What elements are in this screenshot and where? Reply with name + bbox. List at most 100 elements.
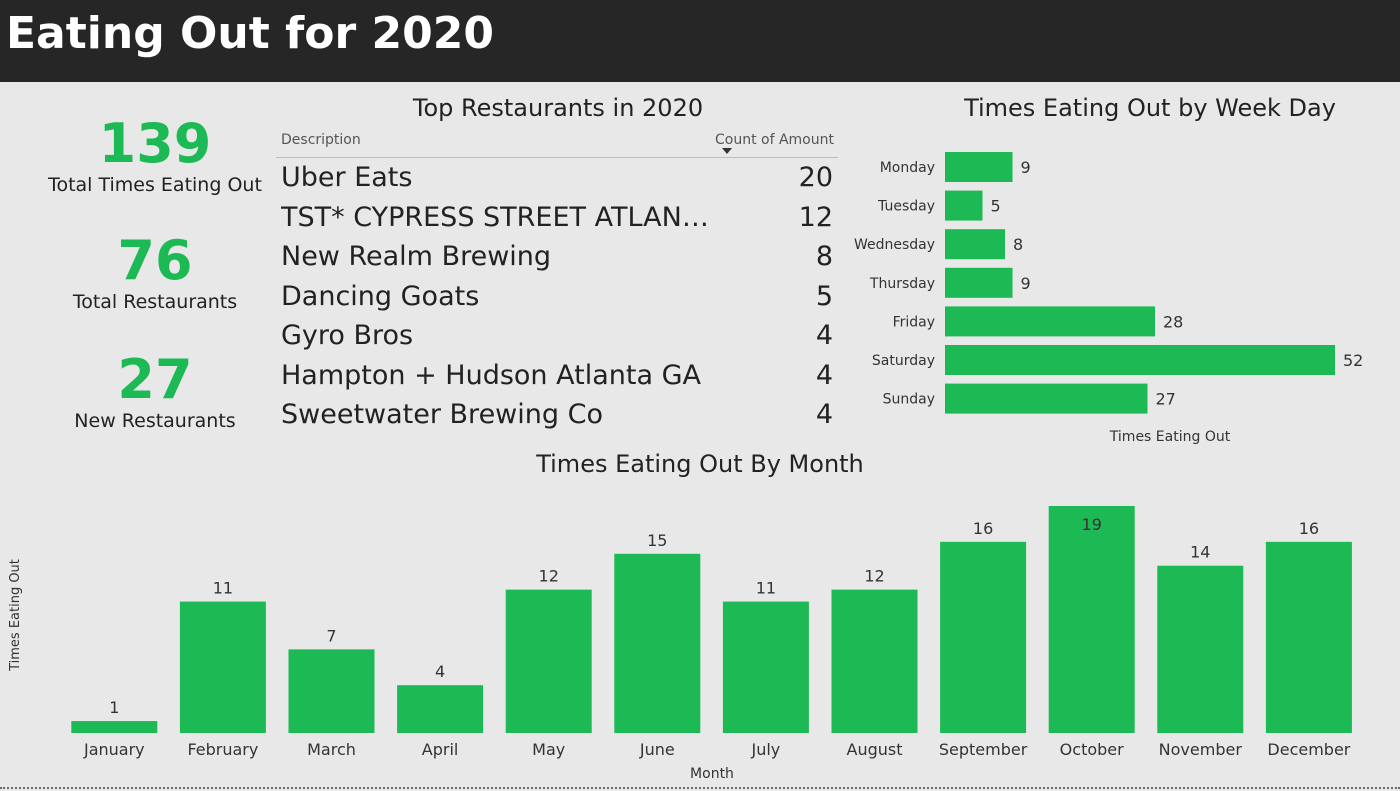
table-row[interactable]: New Realm Brewing 8 [276,239,838,279]
table-row[interactable]: Sweetwater Brewing Co 4 [276,397,838,437]
kpi-new-restaurants: 27 New Restaurants [40,348,270,433]
page-title: Eating Out for 2020 [6,8,494,59]
table-header: Description Count of Amount [276,130,838,158]
cell-description: Sweetwater Brewing Co [281,399,603,430]
table-title: Top Restaurants in 2020 [412,94,704,122]
kpi-label: Total Restaurants [72,291,238,313]
kpi-total-times: 139 Total Times Eating Out [40,112,270,197]
month-data-label: 14 [1190,543,1210,562]
month-data-label: 11 [756,579,776,598]
weekday-data-label: 9 [1021,158,1031,177]
weekday-chart-title: Times Eating Out by Week Day [964,94,1336,122]
month-bar [1265,541,1352,733]
weekday-data-label: 27 [1156,390,1176,409]
month-data-label: 7 [326,626,336,645]
weekday-tick-label: Monday [880,160,935,176]
month-bar [722,601,809,733]
bottom-divider [0,787,1400,789]
cell-description: Uber Eats [281,162,413,193]
weekday-bar [945,306,1155,337]
kpi-value: 27 [117,348,193,411]
month-data-label: 16 [1299,519,1319,538]
month-column-chart: 1 January 11 February 7 March 4 April 12 May 15 Jun… [8,506,1352,782]
month-bar [397,685,484,733]
month-data-label: 12 [539,567,559,586]
weekday-tick-label: Friday [893,314,935,330]
weekday-bar [945,383,1148,414]
month-tick-label: December [1267,740,1350,759]
month-data-label: 4 [435,662,445,681]
month-bar [1048,506,1135,733]
cell-description: Hampton + Hudson Atlanta GA [281,359,701,391]
table-row[interactable]: Uber Eats 20 [276,160,838,200]
month-bar [831,589,918,733]
month-data-label: 16 [973,519,993,538]
month-tick-label: June [639,740,675,759]
weekday-bar [945,152,1013,182]
kpi-total-restaurants: 76 Total Restaurants [40,229,270,314]
month-bar [71,721,158,733]
table-row[interactable]: Dancing Goats 5 [276,279,838,319]
month-data-label: 1 [109,698,119,717]
cell-description: TST* CYPRESS STREET ATLANTA GA [281,201,721,233]
month-bar [505,589,592,733]
weekday-tick-label: Tuesday [877,199,935,215]
weekday-axis-title: Times Eating Out [1109,429,1231,445]
weekday-data-label: 8 [1013,235,1023,254]
month-axis-ylabel: Times Eating Out [8,559,23,672]
cell-count: 4 [815,399,833,430]
month-tick-label: May [532,740,565,759]
cell-count: 5 [815,280,833,312]
cell-description: Dancing Goats [281,280,480,312]
month-tick-label: January [83,740,145,759]
sort-descending-icon[interactable] [722,148,732,154]
weekday-tick-label: Wednesday [854,237,935,253]
kpi-value: 76 [117,229,193,292]
cell-count: 12 [798,201,833,233]
month-bar [1157,565,1244,733]
cell-description: New Realm Brewing [281,241,552,272]
weekday-data-label: 9 [1021,274,1031,293]
month-tick-label: April [422,740,459,759]
month-data-label: 15 [647,531,667,550]
month-chart-title: Times Eating Out By Month [536,450,864,478]
weekday-bar [945,190,983,221]
cell-count: 20 [798,162,833,193]
weekday-bar [945,229,1005,260]
weekday-tick-label: Thursday [869,276,935,292]
weekday-data-label: 52 [1343,351,1363,370]
kpi-label: Total Times Eating Out [48,174,262,196]
column-header-description[interactable]: Description [281,132,361,148]
month-data-label: 19 [1082,515,1102,534]
month-bar [940,541,1027,733]
month-axis-title: Month [690,766,734,782]
weekday-bar [945,267,1013,298]
weekday-tick-label: Sunday [883,392,935,408]
table-row[interactable]: Hampton + Hudson Atlanta GA 4 [276,358,838,398]
month-data-label: 11 [213,579,233,598]
weekday-bar-chart: Monday 9 Tuesday 5 Wednesday 8 Thursday 9 Friday… [854,152,1363,445]
weekday-data-label: 5 [991,197,1001,216]
cell-count: 8 [815,241,833,272]
kpi-label: New Restaurants [74,410,236,432]
cell-count: 4 [815,359,833,391]
column-header-count[interactable]: Count of Amount [715,132,834,148]
month-tick-label: July [751,740,781,759]
cell-description: Gyro Bros [281,320,414,351]
weekday-data-label: 28 [1163,312,1183,331]
weekday-bar [945,345,1335,375]
month-bar [179,601,266,733]
month-tick-label: March [307,740,356,759]
month-tick-label: August [847,740,903,759]
table-row[interactable]: Gyro Bros 4 [276,318,838,358]
kpi-value: 139 [98,112,212,175]
month-tick-label: February [187,740,258,759]
table-row[interactable]: TST* CYPRESS STREET ATLANTA GA 12 [276,200,838,240]
month-tick-label: October [1060,740,1124,759]
month-bar [288,649,375,733]
header-bar: Eating Out for 2020 [0,0,1400,82]
month-tick-label: September [939,740,1028,759]
weekday-tick-label: Saturday [872,353,935,369]
month-data-label: 12 [864,567,884,586]
table-body: Uber Eats 20 TST* CYPRESS STREET ATLANTA… [276,160,838,437]
